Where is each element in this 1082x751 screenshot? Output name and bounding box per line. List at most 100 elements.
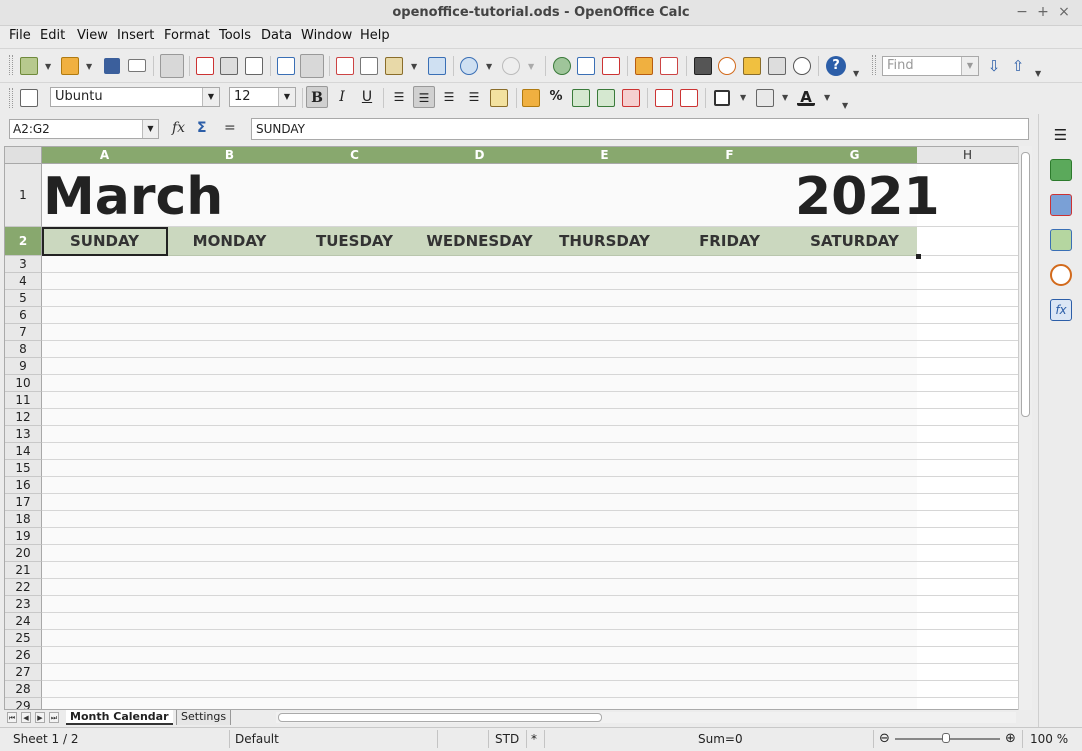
grid-cell[interactable]: [542, 494, 668, 511]
grid-cell[interactable]: [792, 307, 918, 324]
menu-view[interactable]: View: [77, 28, 108, 43]
selection-mode[interactable]: STD: [495, 732, 519, 746]
grid-cell[interactable]: [792, 613, 918, 630]
grid-cell[interactable]: [292, 460, 418, 477]
sidebar-menu-icon[interactable]: ☰: [1052, 126, 1069, 144]
row-header[interactable]: 14: [5, 443, 42, 460]
row-header[interactable]: 8: [5, 341, 42, 358]
row-header[interactable]: 2: [5, 227, 42, 256]
grid-cell[interactable]: [167, 324, 293, 341]
properties-icon[interactable]: [1050, 159, 1072, 181]
bold-button[interactable]: B: [306, 86, 328, 108]
minimize-button[interactable]: −: [1014, 4, 1030, 20]
grid-cell[interactable]: [542, 426, 668, 443]
cell-c1[interactable]: [292, 164, 418, 227]
grid-cell[interactable]: [667, 562, 793, 579]
grid-cell[interactable]: [667, 341, 793, 358]
grid-cell[interactable]: [167, 273, 293, 290]
grid-cell[interactable]: [792, 579, 918, 596]
grid-cell[interactable]: [792, 494, 918, 511]
print-preview-icon[interactable]: [245, 57, 263, 75]
sort-ascending-icon[interactable]: [577, 57, 595, 75]
grid-cell[interactable]: [792, 392, 918, 409]
autospellcheck-icon[interactable]: [300, 54, 324, 78]
grid-cell[interactable]: [542, 460, 668, 477]
grid-cell[interactable]: [42, 375, 168, 392]
grid-cell[interactable]: [292, 392, 418, 409]
grid-cell[interactable]: [417, 307, 543, 324]
page-style[interactable]: Default: [235, 732, 279, 746]
grid-cell[interactable]: [667, 256, 793, 273]
row-header[interactable]: 28: [5, 681, 42, 698]
grid-cell[interactable]: [542, 477, 668, 494]
grid-cell[interactable]: [42, 511, 168, 528]
row-header[interactable]: 21: [5, 562, 42, 579]
grid-cell[interactable]: [42, 392, 168, 409]
grid-cell[interactable]: [167, 613, 293, 630]
menu-help[interactable]: Help: [360, 28, 390, 43]
align-left-icon[interactable]: ☰: [388, 86, 410, 108]
grid-cell[interactable]: [417, 409, 543, 426]
grid-cell[interactable]: [917, 545, 1018, 562]
grid-cell[interactable]: [417, 477, 543, 494]
cut-icon[interactable]: [336, 57, 354, 75]
row-header[interactable]: 11: [5, 392, 42, 409]
chevron-down-icon[interactable]: ▼: [278, 88, 295, 106]
zoom-icon[interactable]: [793, 57, 811, 75]
grid-cell[interactable]: [542, 341, 668, 358]
grid-cell[interactable]: [917, 256, 1018, 273]
grid-cell[interactable]: [667, 579, 793, 596]
font-name-field[interactable]: Ubuntu ▼: [50, 87, 220, 107]
column-header-d[interactable]: D: [417, 147, 543, 164]
grid-cell[interactable]: [792, 341, 918, 358]
zoom-level[interactable]: 100 %: [1030, 732, 1068, 746]
find-replace-icon[interactable]: [694, 57, 712, 75]
grid-cell[interactable]: [292, 443, 418, 460]
grid-cell[interactable]: [667, 409, 793, 426]
grid-cell[interactable]: [917, 681, 1018, 698]
grid-cell[interactable]: [917, 477, 1018, 494]
grid-cell[interactable]: [542, 375, 668, 392]
grid-cell[interactable]: [292, 613, 418, 630]
grid-cell[interactable]: [417, 494, 543, 511]
grid-cell[interactable]: [917, 647, 1018, 664]
zoom-in-icon[interactable]: ⊕: [1005, 731, 1016, 746]
grid-cell[interactable]: [542, 630, 668, 647]
day-header-monday[interactable]: MONDAY: [167, 227, 293, 256]
zoom-out-icon[interactable]: ⊖: [879, 731, 890, 746]
grid-cell[interactable]: [167, 545, 293, 562]
font-size-field[interactable]: 12 ▼: [229, 87, 296, 107]
grid-cell[interactable]: [417, 290, 543, 307]
grid-cell[interactable]: [667, 460, 793, 477]
cell-f1[interactable]: [667, 164, 793, 227]
day-header-friday[interactable]: FRIDAY: [667, 227, 793, 256]
grid-cell[interactable]: [42, 613, 168, 630]
open-folder-icon[interactable]: [61, 57, 79, 75]
grid-cell[interactable]: [42, 630, 168, 647]
grid-cell[interactable]: [167, 426, 293, 443]
styles-formatting-icon[interactable]: [1050, 194, 1072, 216]
chevron-down-icon[interactable]: ▼: [824, 93, 830, 102]
grid-cell[interactable]: [417, 681, 543, 698]
menu-format[interactable]: Format: [164, 28, 210, 43]
grid-cell[interactable]: [917, 409, 1018, 426]
grid-cell[interactable]: [542, 307, 668, 324]
grid-cell[interactable]: [167, 664, 293, 681]
sheet-tab-month-calendar[interactable]: Month Calendar: [66, 710, 173, 725]
underline-button[interactable]: U: [356, 86, 378, 108]
row-header[interactable]: 7: [5, 324, 42, 341]
horizontal-scroll-thumb[interactable]: [278, 713, 602, 722]
grid-cell[interactable]: [917, 579, 1018, 596]
grid-cell[interactable]: [292, 256, 418, 273]
grid-cell[interactable]: [542, 681, 668, 698]
grid-cell[interactable]: [667, 358, 793, 375]
grid-cell[interactable]: [167, 358, 293, 375]
grid-cell[interactable]: [792, 324, 918, 341]
increase-indent-icon[interactable]: [680, 89, 698, 107]
grid-cell[interactable]: [42, 460, 168, 477]
chevron-down-icon[interactable]: ▼: [45, 62, 51, 71]
row-header[interactable]: 26: [5, 647, 42, 664]
grid-cell[interactable]: [792, 664, 918, 681]
toolbar-grip[interactable]: [9, 55, 13, 75]
gallery-icon[interactable]: [743, 57, 761, 75]
